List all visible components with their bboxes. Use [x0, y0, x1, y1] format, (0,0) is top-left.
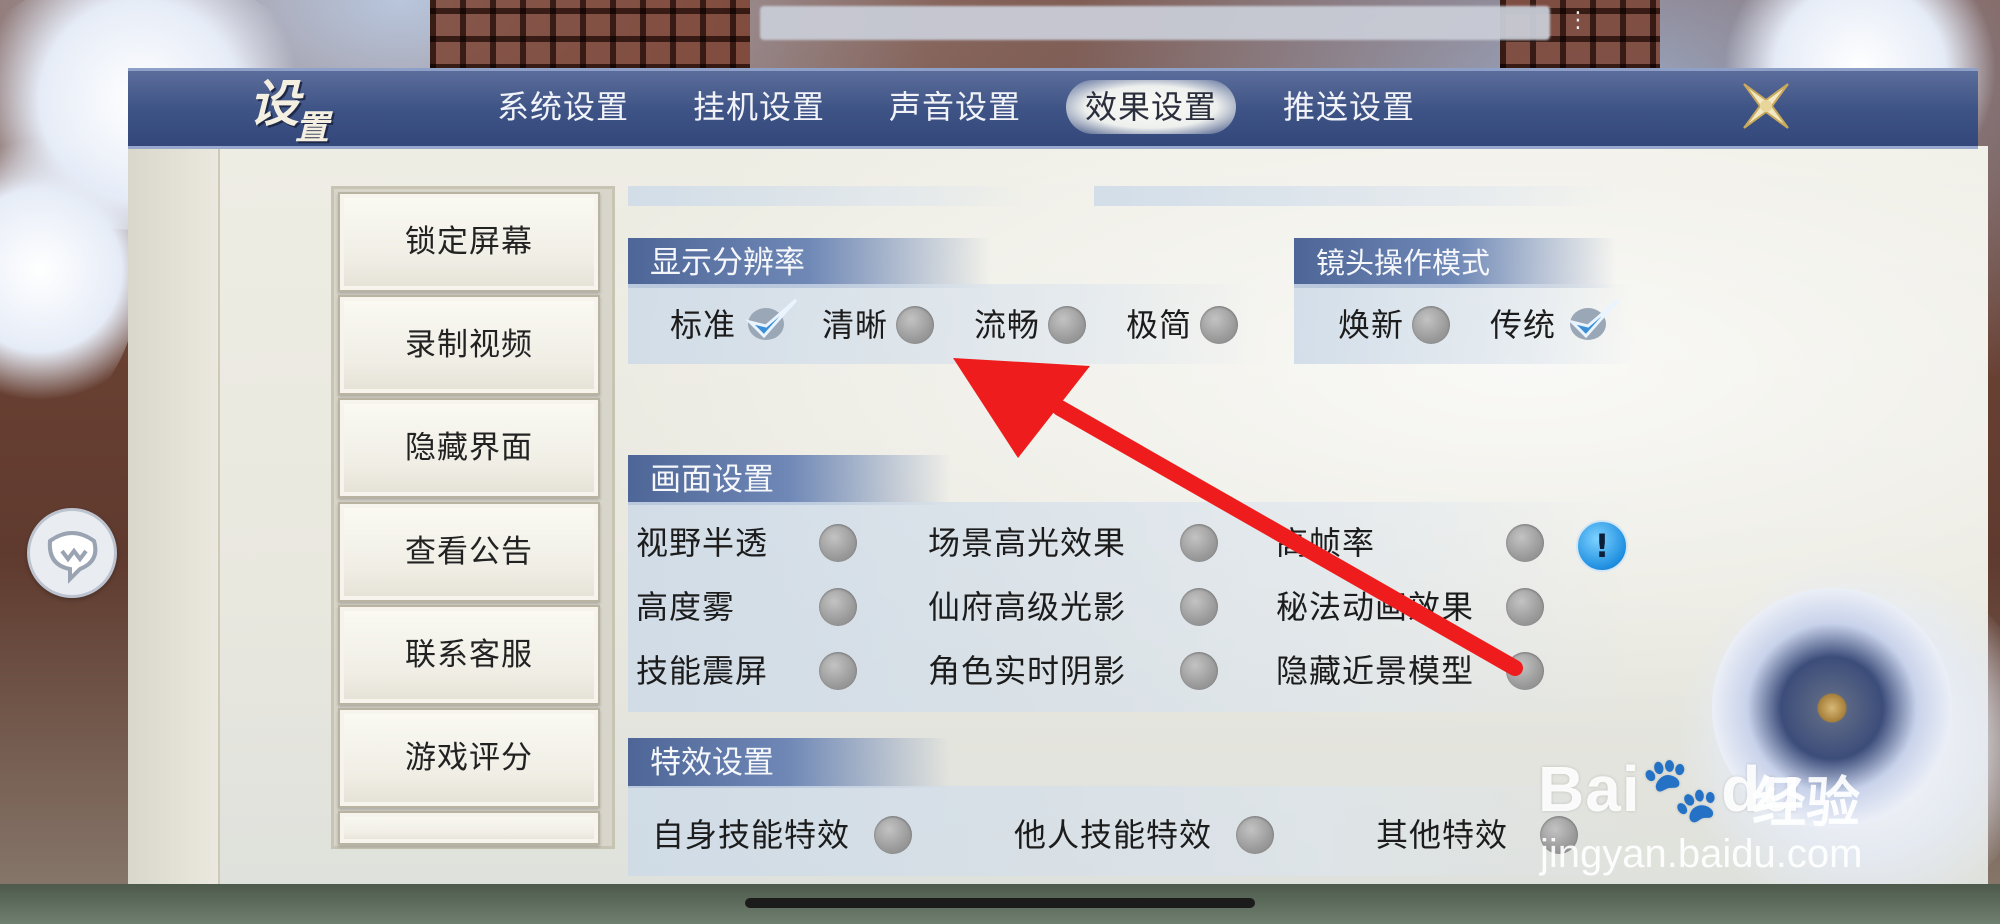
- camera-new-label: 焕新: [1338, 306, 1405, 344]
- title-char-1: 设: [249, 74, 299, 133]
- tab-idle-settings[interactable]: 挂机设置: [674, 80, 844, 134]
- resolution-smooth-label: 流畅: [974, 306, 1041, 344]
- hide-ui-button[interactable]: 隐藏界面: [338, 398, 600, 498]
- checkmark-icon: [1567, 298, 1620, 340]
- lock-screen-button[interactable]: 锁定屏幕: [338, 192, 600, 292]
- opt-view-translucent-label: 视野半透: [636, 524, 769, 562]
- rate-game-button[interactable]: 游戏评分: [338, 708, 600, 808]
- close-x-icon: [1743, 83, 1789, 129]
- opt-other-fx-label: 其他特效: [1376, 816, 1509, 854]
- scroll-roller-left: [128, 146, 220, 884]
- checkmark-icon: [745, 298, 798, 340]
- record-video-button[interactable]: 录制视频: [338, 295, 600, 395]
- opt-self-skill-fx-label: 自身技能特效: [652, 816, 851, 854]
- contact-support-button[interactable]: 联系客服: [338, 605, 600, 705]
- picture-section-title: 画面设置: [628, 455, 950, 505]
- resolution-smooth-radio[interactable]: [1048, 306, 1086, 344]
- opt-height-fog-radio[interactable]: [819, 588, 857, 626]
- view-notice-button[interactable]: 查看公告: [338, 502, 600, 602]
- tab-effect-settings[interactable]: 效果设置: [1066, 80, 1236, 134]
- watermark-url: jingyan.baidu.com: [1540, 832, 1863, 876]
- title-char-2: 置: [295, 108, 329, 148]
- effects-section-title: 特效设置: [628, 738, 950, 788]
- camera-new-radio[interactable]: [1412, 306, 1450, 344]
- blurred-top-banner: [760, 6, 1550, 40]
- resolution-clear-label: 清晰: [822, 306, 889, 344]
- scrolled-row-remnant: [628, 186, 1028, 206]
- opt-view-translucent-radio[interactable]: [819, 524, 857, 562]
- info-icon[interactable]: !: [1576, 520, 1628, 572]
- tab-push-settings[interactable]: 推送设置: [1264, 80, 1434, 134]
- resolution-minimal-label: 极简: [1126, 306, 1193, 344]
- camera-classic-check[interactable]: [1566, 296, 1622, 344]
- resolution-clear-radio[interactable]: [896, 306, 934, 344]
- opt-self-skill-fx-radio[interactable]: [874, 816, 912, 854]
- scrolled-row-remnant-2: [1094, 186, 1614, 206]
- top-drag-handle: ⋮: [1567, 6, 1589, 36]
- watermark-brand-part1: Bai: [1538, 753, 1641, 825]
- resolution-standard-check[interactable]: [744, 296, 800, 344]
- home-indicator[interactable]: [745, 898, 1255, 908]
- watermark-cn: 经验: [1752, 771, 1860, 834]
- opt-others-skill-fx-label: 他人技能特效: [1014, 816, 1213, 854]
- opt-skill-shake-label: 技能震屏: [636, 652, 769, 690]
- tab-sound-settings[interactable]: 声音设置: [870, 80, 1040, 134]
- resolution-section-title: 显示分辨率: [628, 238, 990, 288]
- camera-mode-section-title: 镜头操作模式: [1294, 238, 1616, 288]
- chat-icon: [47, 531, 98, 584]
- chat-bubble-button[interactable]: [27, 508, 117, 598]
- annotation-arrow-icon: [953, 358, 1523, 676]
- camera-classic-label: 传统: [1490, 306, 1557, 344]
- watermark-paw-icon: 🐾: [1640, 753, 1722, 825]
- opt-height-fog-label: 高度雾: [636, 588, 736, 626]
- resolution-standard-label: 标准: [670, 306, 737, 344]
- close-button[interactable]: [1738, 78, 1794, 134]
- tab-system-settings[interactable]: 系统设置: [478, 80, 648, 134]
- settings-header-bar: [128, 68, 1978, 149]
- settings-title: 设 置: [245, 62, 345, 152]
- opt-skill-shake-radio[interactable]: [819, 652, 857, 690]
- sidebar-more-button[interactable]: [338, 811, 600, 845]
- opt-others-skill-fx-radio[interactable]: [1236, 816, 1274, 854]
- lattice-window-left: [430, 0, 750, 70]
- resolution-minimal-radio[interactable]: [1200, 306, 1238, 344]
